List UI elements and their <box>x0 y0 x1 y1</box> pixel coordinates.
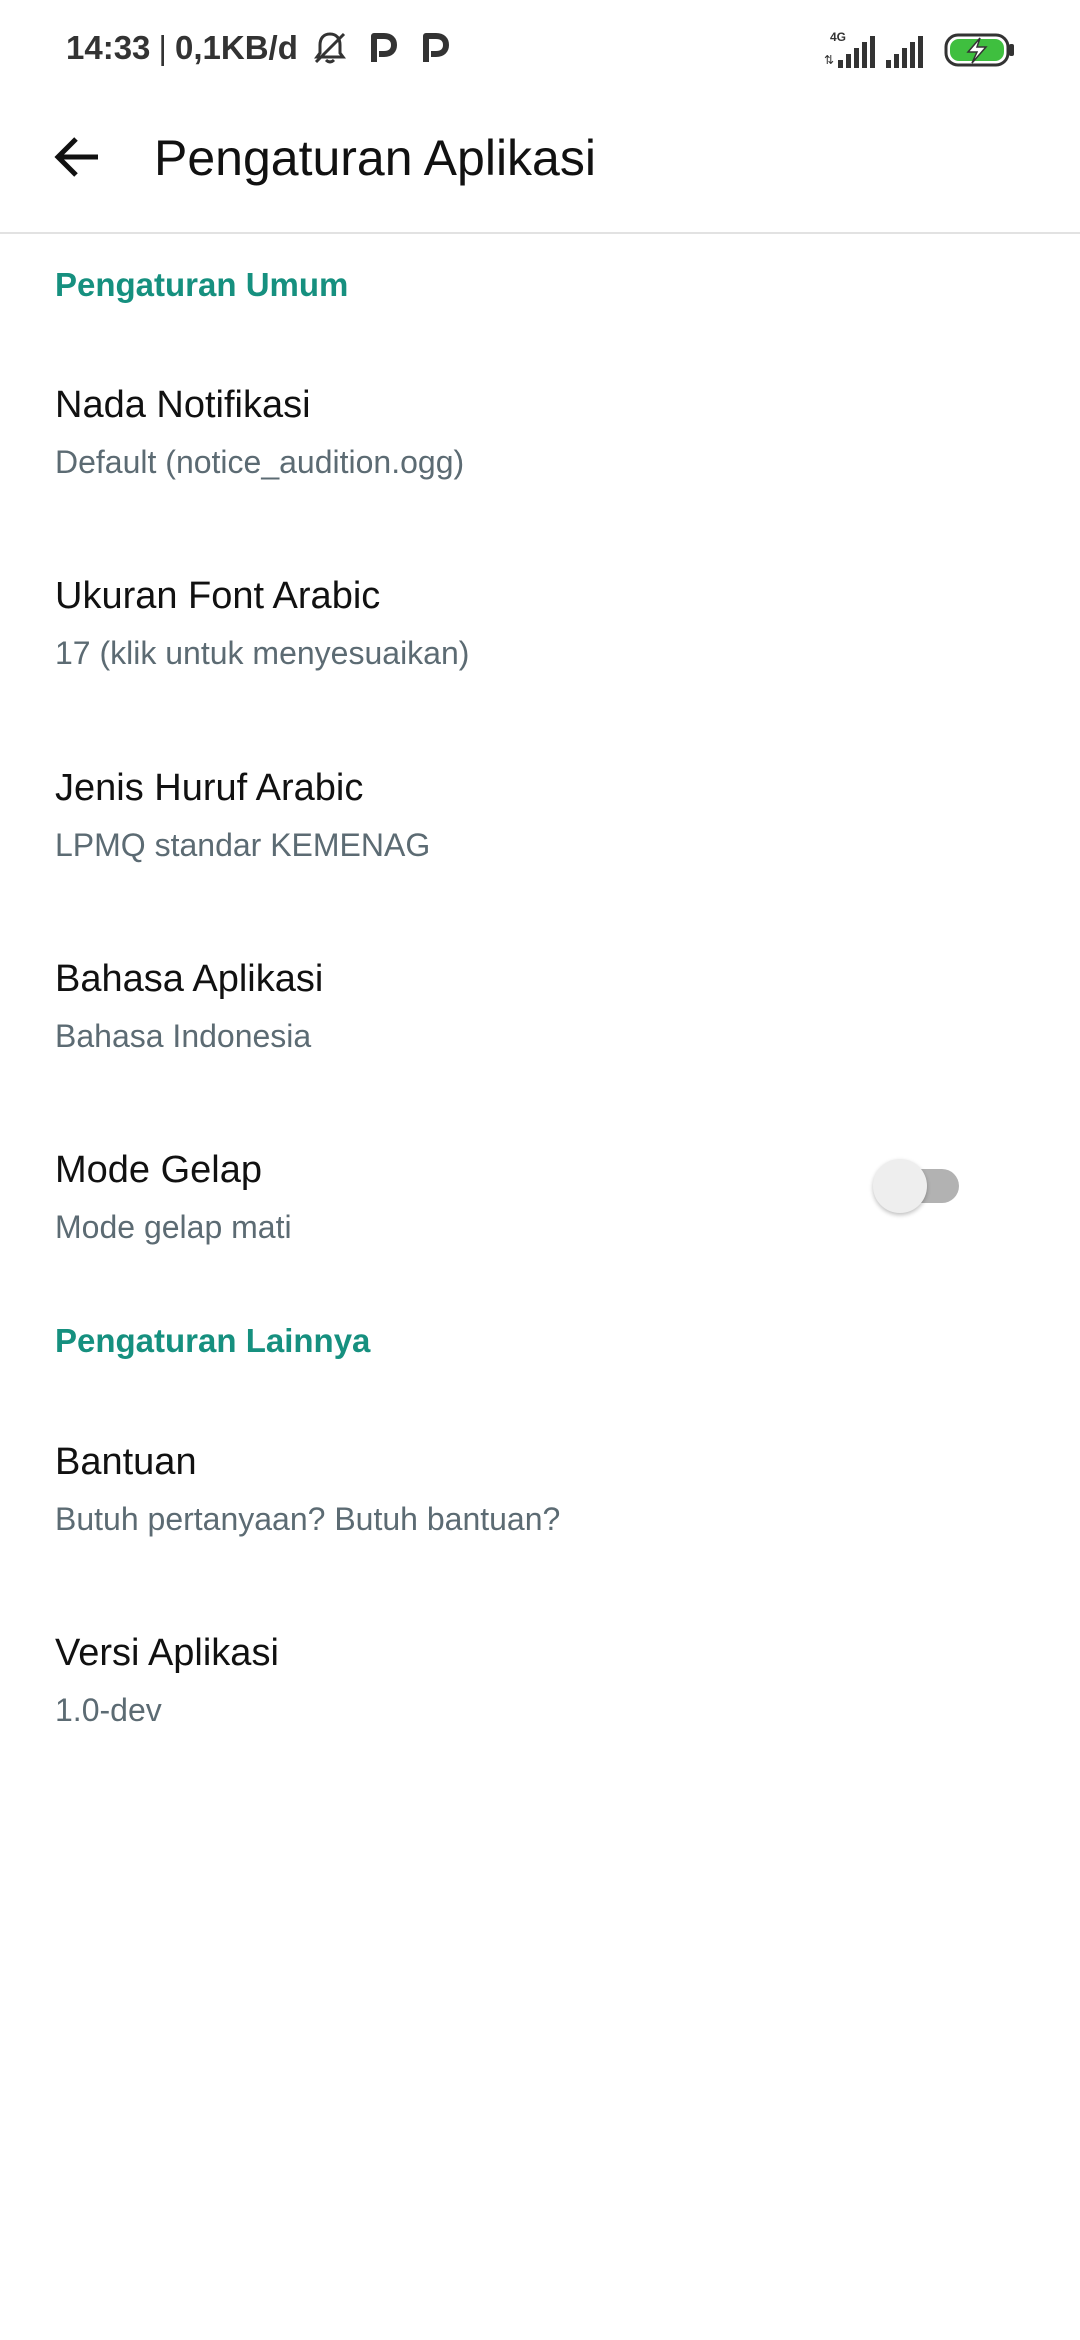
pref-title: Jenis Huruf Arabic <box>55 767 364 809</box>
svg-text:⇅: ⇅ <box>824 53 834 67</box>
pref-summary: Butuh pertanyaan? Butuh bantuan? <box>55 1501 561 1537</box>
status-time: 14:33 <box>66 29 151 66</box>
arrow-left-icon <box>54 137 98 177</box>
pref-summary: Bahasa Indonesia <box>55 1018 312 1054</box>
pref-title: Ukuran Font Arabic <box>55 575 381 617</box>
app-bar: Pengaturan Aplikasi <box>0 100 1080 234</box>
p-app-icon <box>362 28 402 68</box>
pref-dark-mode[interactable]: Mode Gelap Mode gelap mati <box>0 1147 1080 1337</box>
section-header-other: Pengaturan Lainnya <box>55 1322 371 1359</box>
bell-muted-icon <box>310 28 350 68</box>
battery-charging-icon <box>944 32 1016 68</box>
pref-title: Bahasa Aplikasi <box>55 958 324 1000</box>
network-speed: 0,1KB/d <box>174 29 298 66</box>
back-button[interactable] <box>44 124 110 190</box>
section-header-general: Pengaturan Umum <box>55 266 349 303</box>
dark-mode-toggle[interactable] <box>873 1155 963 1213</box>
pref-title: Bantuan <box>55 1441 197 1483</box>
pref-title: Versi Aplikasi <box>55 1632 279 1674</box>
p-app-icon <box>414 28 454 68</box>
status-separator: | <box>158 29 167 66</box>
pref-summary: Mode gelap mati <box>55 1209 292 1245</box>
status-left: 14:33 | 0,1KB/d <box>66 28 454 68</box>
pref-app-language[interactable]: Bahasa Aplikasi Bahasa Indonesia <box>0 956 1080 1146</box>
pref-title: Nada Notifikasi <box>55 384 311 426</box>
status-bar: 14:33 | 0,1KB/d 4G ⇅ <box>0 0 1080 100</box>
pref-notification-sound[interactable]: Nada Notifikasi Default (notice_audition… <box>0 382 1080 572</box>
status-right: 4G ⇅ <box>814 30 1016 70</box>
signal-4g-icon: 4G ⇅ <box>824 30 875 70</box>
pref-summary: 17 (klik untuk menyesuaikan) <box>55 635 470 671</box>
toggle-thumb <box>873 1159 927 1213</box>
pref-summary: LPMQ standar KEMENAG <box>55 827 431 863</box>
signal-icon <box>882 30 930 70</box>
page-title: Pengaturan Aplikasi <box>154 130 596 186</box>
pref-app-version[interactable]: Versi Aplikasi 1.0-dev <box>0 1630 1080 1820</box>
pref-summary: 1.0-dev <box>55 1692 162 1728</box>
pref-summary: Default (notice_audition.ogg) <box>55 444 465 480</box>
pref-arabic-font-size[interactable]: Ukuran Font Arabic 17 (klik untuk menyes… <box>0 573 1080 763</box>
pref-arabic-font-type[interactable]: Jenis Huruf Arabic LPMQ standar KEMENAG <box>0 765 1080 955</box>
svg-text:4G: 4G <box>830 30 846 44</box>
pref-title: Mode Gelap <box>55 1149 263 1191</box>
pref-help[interactable]: Bantuan Butuh pertanyaan? Butuh bantuan? <box>0 1439 1080 1629</box>
